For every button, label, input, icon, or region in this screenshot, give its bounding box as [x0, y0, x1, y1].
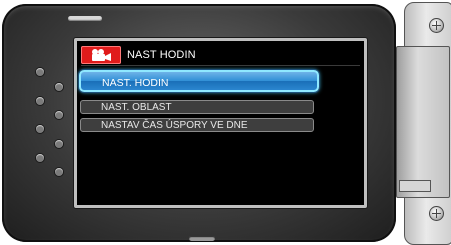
- indicator-dot: [55, 168, 63, 176]
- menu-header: NAST HODIN: [81, 46, 196, 64]
- top-slot: [68, 16, 102, 21]
- indicator-dot: [36, 97, 44, 105]
- camera-body: NAST HODIN NAST. HODIN NAST. OBLAST NAST…: [2, 4, 396, 242]
- video-camera-icon: [81, 46, 121, 64]
- indicator-dot: [55, 140, 63, 148]
- indicator-dot: [36, 68, 44, 76]
- indicator-dot: [36, 154, 44, 162]
- screw-icon: [429, 206, 444, 221]
- indicator-dot: [36, 125, 44, 133]
- header-divider: [81, 65, 360, 66]
- screen-hinge: [396, 0, 451, 245]
- menu-item-set-area[interactable]: NAST. OBLAST: [80, 100, 314, 114]
- indicator-dot: [55, 83, 63, 91]
- menu-title: NAST HODIN: [127, 49, 196, 61]
- lcd-screen-frame: NAST HODIN NAST. HODIN NAST. OBLAST NAST…: [74, 38, 367, 208]
- hinge-bracket: [399, 180, 431, 192]
- indicator-dot: [55, 111, 63, 119]
- menu-item-label: NASTAV ČAS ÚSPORY VE DNE: [101, 120, 248, 131]
- lcd-screen: NAST HODIN NAST. HODIN NAST. OBLAST NAST…: [77, 41, 364, 205]
- menu-item-set-clock[interactable]: NAST. HODIN: [79, 70, 319, 92]
- menu-item-label: NAST. OBLAST: [101, 102, 172, 113]
- bottom-slot: [189, 236, 215, 241]
- menu-item-daylight-saving[interactable]: NASTAV ČAS ÚSPORY VE DNE: [80, 118, 314, 132]
- menu-item-label: NAST. HODIN: [102, 77, 169, 89]
- screw-icon: [429, 18, 444, 33]
- hinge-plate: [396, 46, 450, 198]
